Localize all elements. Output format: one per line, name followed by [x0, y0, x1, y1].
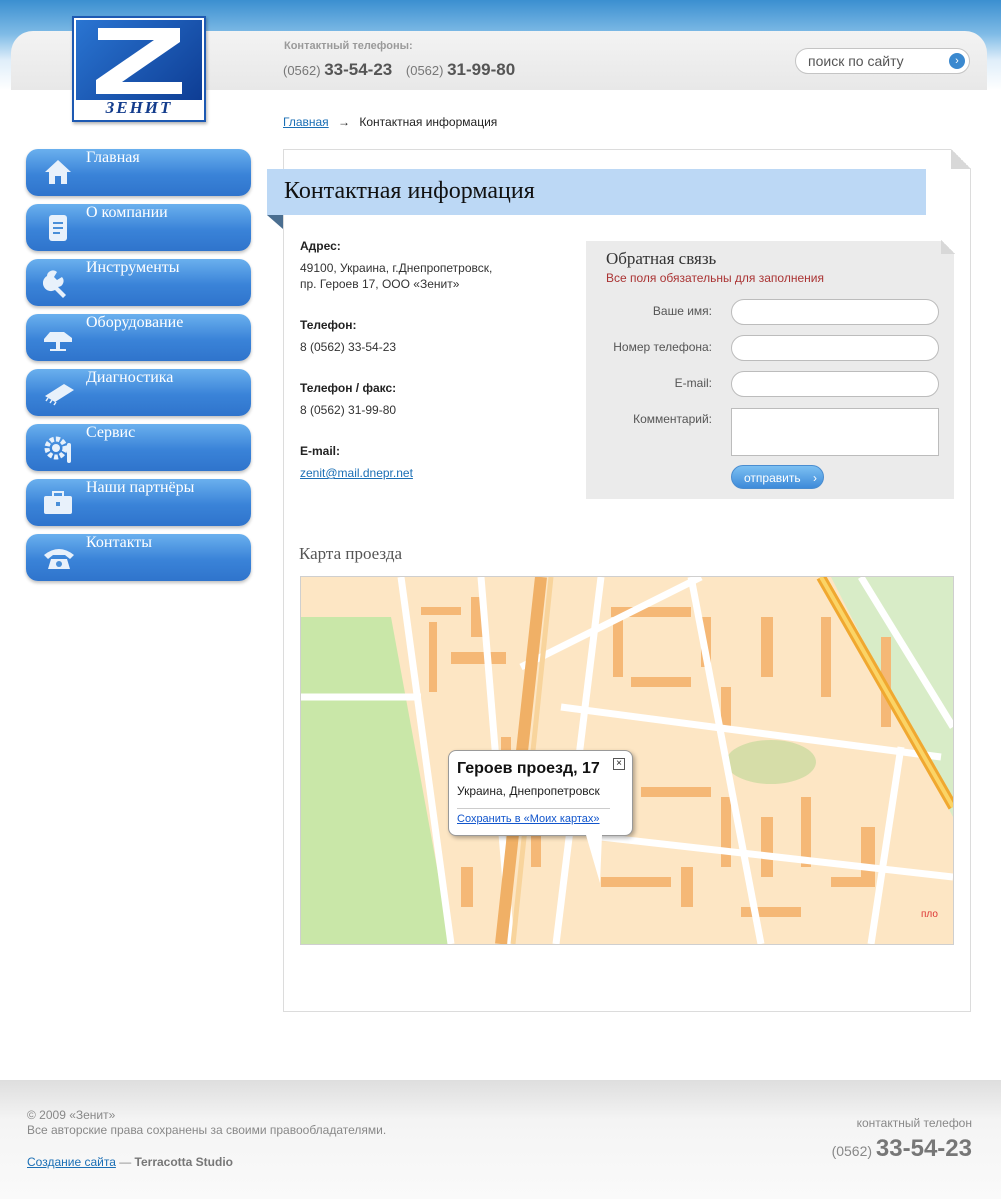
map-title: Карта проезда: [299, 544, 403, 563]
fax-label: Телефон / факс:: [300, 381, 397, 395]
page-corner-fold: [951, 149, 971, 169]
wrench-icon: [42, 268, 74, 298]
map-info-popup: Героев проезд, 17 × Украина, Днепропетро…: [448, 750, 633, 836]
car-lift-icon: [42, 323, 74, 353]
nav-item-about[interactable]: О компании: [26, 204, 251, 251]
email-label: E-mail:: [300, 444, 341, 458]
site-logo[interactable]: ЗЕНИТ: [72, 16, 206, 122]
comment-field-label: Комментарий:: [633, 412, 712, 426]
close-icon[interactable]: ×: [613, 758, 625, 770]
briefcase-icon: [42, 488, 74, 518]
credits-dash: —: [115, 1155, 135, 1169]
copyright-text: © 2009 «Зенит»: [27, 1108, 116, 1122]
breadcrumb-home-link[interactable]: Главная: [283, 115, 329, 129]
chevron-right-icon: ›: [813, 471, 817, 485]
gear-screwdriver-icon: [42, 433, 74, 463]
search-go-icon[interactable]: ›: [949, 53, 965, 69]
footer-phone-code: (0562): [831, 1143, 873, 1159]
site-search: ›: [795, 48, 970, 74]
chip-icon: [42, 378, 74, 408]
submit-button[interactable]: отправить ›: [731, 465, 824, 489]
phone-code: (0562): [283, 63, 321, 78]
nav-item-service[interactable]: Сервис: [26, 424, 251, 471]
footer-phone: (0562) 33-54-23: [832, 1135, 972, 1163]
title-band-corner: [267, 215, 283, 229]
footer-credits: Создание сайта — Terracotta Studio: [27, 1155, 233, 1169]
svg-text:пло: пло: [921, 909, 938, 920]
nav-item-label: Контакты: [86, 534, 153, 551]
page-title: Контактная информация: [284, 178, 535, 204]
document-icon: [42, 213, 74, 243]
email-field-label: E-mail:: [674, 376, 712, 390]
phone-number: 33-54-23: [324, 60, 393, 79]
email-field[interactable]: [731, 371, 939, 397]
save-to-my-maps-link[interactable]: Сохранить в «Моих картах»: [457, 813, 600, 825]
footer-copyright: © 2009 «Зенит» Все авторские права сохра…: [27, 1108, 386, 1138]
address-line: пр. Героев 17, ООО «Зенит»: [300, 277, 460, 291]
footer-phone-label: контактный телефон: [856, 1116, 972, 1130]
popup-divider: [457, 808, 610, 809]
phone-value: 8 (0562) 33-54-23: [300, 340, 397, 354]
phone-number: 31-99-80: [447, 60, 516, 79]
feedback-title: Обратная связь: [606, 249, 717, 268]
header-phones-label: Контактный телефоны:: [284, 40, 413, 52]
phone-label: Телефон:: [300, 318, 357, 332]
feedback-form: Обратная связь Все поля обязательны для …: [586, 240, 955, 499]
nav-item-label: Инструменты: [86, 259, 180, 276]
nav-item-contacts[interactable]: Контакты: [26, 534, 251, 581]
nav-item-equipment[interactable]: Оборудование: [26, 314, 251, 361]
nav-item-diagnostics[interactable]: Диагностика: [26, 369, 251, 416]
popup-subtitle: Украина, Днепропетровск: [457, 784, 600, 798]
nav-item-label: Диагностика: [86, 369, 174, 386]
page-title-band: Контактная информация: [267, 169, 926, 215]
nav-item-label: Сервис: [86, 424, 136, 441]
contact-info: Адрес: 49100, Украина, г.Днепропетровск,…: [300, 238, 580, 481]
required-note: Все поля обязательны для заполнения: [606, 271, 824, 285]
address-label: Адрес:: [300, 239, 341, 253]
submit-label: отправить: [744, 471, 801, 485]
search-input[interactable]: [808, 53, 943, 69]
studio-name: Terracotta Studio: [134, 1155, 234, 1169]
nav-item-label: Главная: [86, 149, 140, 166]
breadcrumb: Главная → Контактная информация: [283, 115, 497, 129]
form-corner-fold: [941, 240, 955, 254]
phone-code: (0562): [405, 63, 444, 78]
telephone-icon: [42, 543, 74, 573]
breadcrumb-arrow-icon: →: [338, 115, 351, 129]
nav-item-partners[interactable]: Наши партнёры: [26, 479, 251, 526]
studio-link[interactable]: Создание сайта: [27, 1155, 116, 1169]
phone-field[interactable]: [731, 335, 939, 361]
fax-value: 8 (0562) 31-99-80: [300, 403, 397, 417]
popup-pointer: [586, 835, 602, 883]
nav-item-label: Наши партнёры: [86, 479, 195, 496]
name-field[interactable]: [731, 299, 939, 325]
logo-text: ЗЕНИТ: [105, 98, 173, 117]
footer-phone-number: 33-54-23: [875, 1135, 972, 1162]
address-line: 49100, Украина, г.Днепропетровск,: [300, 261, 493, 275]
comment-field[interactable]: [731, 408, 939, 456]
header-phones: (0562) 33-54-23 (0562) 31-99-80: [283, 60, 525, 80]
nav-item-tools[interactable]: Инструменты: [26, 259, 251, 306]
main-nav: Главная О компании Инструменты Оборудова…: [26, 149, 251, 589]
email-link[interactable]: zenit@mail.dnepr.net: [300, 465, 580, 481]
home-icon: [42, 158, 74, 188]
phone-field-label: Номер телефона:: [613, 340, 712, 354]
breadcrumb-current: Контактная информация: [359, 115, 498, 129]
name-field-label: Ваше имя:: [652, 304, 712, 318]
rights-text: Все авторские права сохранены за своими …: [27, 1123, 387, 1137]
logo-emblem: [76, 20, 202, 100]
nav-item-label: Оборудование: [86, 314, 184, 331]
nav-item-label: О компании: [86, 204, 168, 221]
nav-item-home[interactable]: Главная: [26, 149, 251, 196]
popup-title: Героев проезд, 17: [457, 760, 600, 777]
